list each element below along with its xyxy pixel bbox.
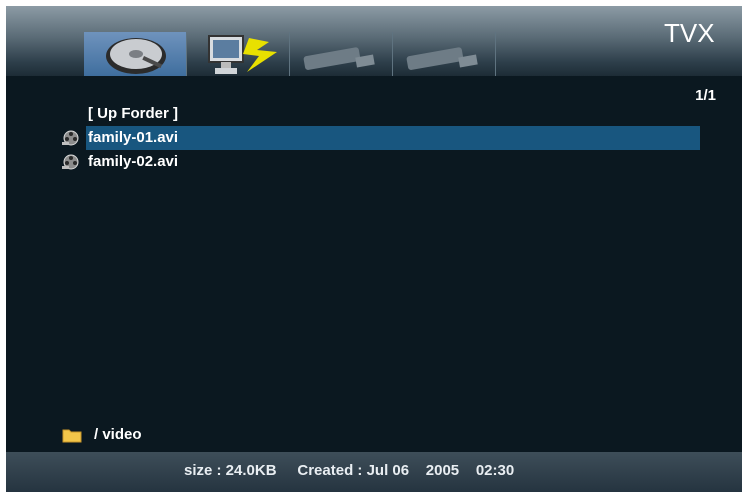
file-info: size : 24.0KB Created : Jul 06 2005 02:3… [184,462,514,479]
film-reel-icon [62,154,79,170]
top-header-bar: TVX [6,6,742,76]
list-item-label: [ Up Forder ] [88,105,178,122]
file-size: size : 24.0KB [184,462,277,479]
usb-plug-icon [406,47,478,70]
current-path-label: / video [94,426,142,443]
film-reel-icon [62,130,79,146]
tab-network[interactable] [187,32,290,76]
media-player-screen: TVX 1/1 [ Up Forder ] family-01.avi fami… [6,6,742,492]
tab-hard-drive[interactable] [84,32,187,76]
file-list: [ Up Forder ] family-01.avi family-02.av… [60,102,700,174]
folder-icon [62,429,82,442]
list-item[interactable]: family-02.avi [60,150,700,174]
list-item-label: family-02.avi [88,153,179,170]
tab-usb-1[interactable] [290,32,393,76]
list-item[interactable]: family-01.avi [62,126,700,150]
hard-drive-icon [106,38,166,74]
network-pc-icon [208,35,277,74]
created-year: 2005 [425,462,460,479]
svg-text:TVX: TVX [664,18,715,46]
tab-usb-2[interactable] [393,32,496,76]
status-bar: size : 24.0KB Created : Jul 06 2005 02:3… [6,452,742,492]
current-path: / video [62,426,142,443]
list-item-up-folder[interactable]: [ Up Forder ] [60,102,700,126]
list-item-label: family-01.avi [88,129,179,146]
tvx-logo: TVX [664,18,715,46]
created-time: 02:30 [475,462,515,479]
source-tabs [84,32,496,76]
created-date: Created : Jul 06 [297,462,410,479]
usb-plug-icon [303,47,375,70]
